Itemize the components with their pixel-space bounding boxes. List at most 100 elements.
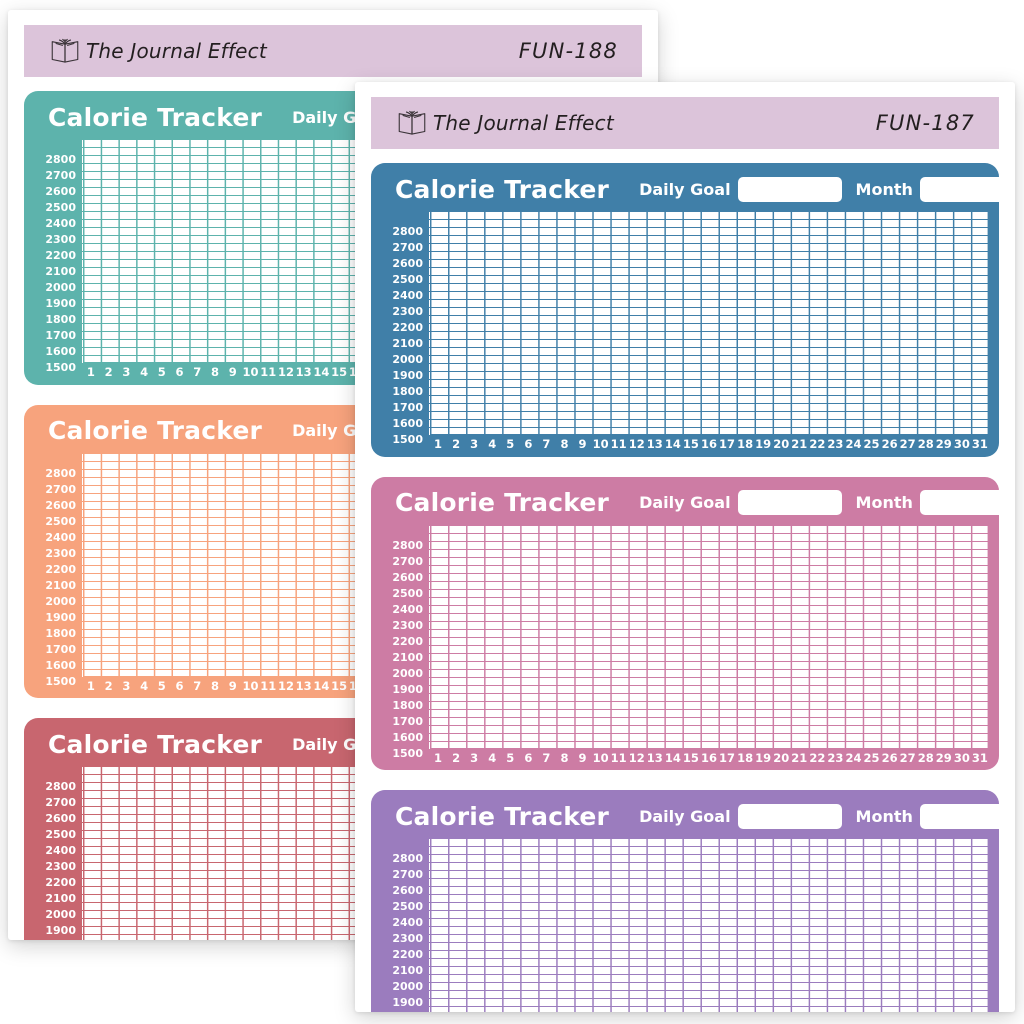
x-axis-tick: 27 [899, 750, 916, 765]
y-axis-tick: 1800 [392, 698, 423, 712]
x-axis-tick: 8 [211, 678, 220, 693]
daily-goal-input[interactable] [737, 490, 842, 515]
y-axis-tick: 1800 [392, 385, 423, 398]
y-axis-tick: 2200 [45, 249, 76, 262]
y-axis-tick: 2200 [392, 321, 423, 334]
y-axis-tick: 2200 [392, 634, 423, 648]
y-axis-tick: 2700 [392, 241, 423, 254]
y-axis-tick: 2400 [45, 217, 76, 230]
tracker-card-list-187: Calorie Tracker Daily Goal Month 2800 270… [355, 149, 1015, 1012]
x-axis-tick: 2 [452, 750, 461, 765]
x-axis-tick: 25 [863, 437, 880, 451]
x-axis-tick: 24 [845, 437, 862, 451]
brand-lockup: The Journal Effect [395, 108, 614, 138]
y-axis: 2800 2700 2600 2500 2400 2300 2200 2100 2000 1900… [381, 211, 429, 453]
daily-goal-input[interactable] [737, 176, 842, 202]
x-axis-tick: 12 [277, 678, 294, 693]
grid-wrap: 1234567891011121314151617181920212223242… [429, 838, 989, 1012]
x-axis-tick: 29 [935, 750, 952, 765]
y-axis-tick: 2800 [392, 225, 423, 238]
x-axis: 1234567891011121314151617181920212223242… [429, 435, 989, 453]
x-axis-tick: 22 [809, 437, 826, 451]
y-axis-tick: 2500 [45, 828, 76, 841]
x-axis-tick: 7 [542, 437, 551, 451]
y-axis-tick: 2000 [45, 281, 76, 294]
x-axis-tick: 23 [827, 437, 844, 451]
y-axis-tick: 2200 [392, 948, 423, 961]
poster-canvas: The Journal Effect FUN-188 Calorie Track… [0, 0, 1024, 1024]
x-axis-tick: 7 [193, 365, 202, 379]
x-axis-tick: 2 [104, 678, 113, 693]
y-axis-tick: 1600 [45, 345, 76, 358]
x-axis-tick: 3 [122, 365, 131, 379]
x-axis-tick: 30 [953, 750, 970, 765]
card-title: Calorie Tracker [48, 102, 263, 132]
y-axis-tick: 2800 [392, 852, 423, 865]
x-axis-tick: 6 [175, 365, 184, 379]
x-axis-tick: 16 [700, 437, 717, 451]
x-axis-tick: 24 [845, 750, 862, 765]
month-label: Month [855, 806, 913, 826]
x-axis-tick: 5 [157, 678, 166, 693]
brand-name: The Journal Effect [86, 39, 267, 63]
month-input[interactable] [919, 803, 1015, 829]
x-axis-tick: 6 [175, 678, 184, 693]
y-axis-tick: 2600 [45, 812, 76, 825]
y-axis-tick: 2000 [392, 666, 423, 680]
y-axis-tick: 1700 [45, 329, 76, 342]
y-axis-tick: 2800 [392, 538, 423, 552]
y-axis-tick: 2300 [45, 233, 76, 246]
y-axis-tick: 2100 [392, 337, 423, 350]
tracker-card-pink: Calorie Tracker Daily Goal Month 2800 270… [371, 476, 1015, 770]
x-axis-tick: 10 [592, 437, 609, 451]
y-axis: 2800 2700 2600 2500 2400 2300 2200 2100 2000 1900… [381, 525, 429, 767]
month-label: Month [855, 179, 913, 199]
card-title: Calorie Tracker [395, 174, 610, 204]
x-axis-tick: 1 [434, 750, 443, 765]
chart-area: 2800 2700 2600 2500 2400 2300 2200 2100 2000 1900… [381, 211, 989, 453]
chart-area: 2800 2700 2600 2500 2400 2300 2200 2100 2000 1900… [381, 524, 989, 767]
calorie-grid[interactable] [429, 838, 989, 1012]
y-axis-tick: 2800 [45, 466, 76, 480]
y-axis-tick: 2300 [45, 860, 76, 873]
y-axis-tick: 1800 [45, 626, 76, 640]
y-axis-tick: 2400 [392, 602, 423, 616]
month-group: Month [855, 176, 1015, 202]
x-axis-tick: 9 [228, 678, 237, 693]
y-axis-tick: 1600 [392, 417, 423, 430]
x-axis-tick: 15 [682, 750, 699, 765]
daily-goal-group: Daily Goal [639, 490, 842, 515]
card-header: Calorie Tracker Daily Goal Month [381, 172, 1015, 206]
x-axis-tick: 6 [524, 750, 533, 765]
month-label: Month [855, 493, 913, 512]
daily-goal-input[interactable] [737, 803, 842, 829]
x-axis-tick: 1 [434, 437, 443, 451]
x-axis-tick: 23 [827, 750, 844, 765]
y-axis-tick: 2200 [45, 562, 76, 576]
y-axis-tick: 2100 [392, 964, 423, 977]
daily-goal-group: Daily Goal [639, 803, 842, 829]
tracker-card-blue: Calorie Tracker Daily Goal Month 2800 270… [371, 163, 1015, 457]
x-axis-tick: 4 [140, 365, 149, 379]
y-axis-tick: 2400 [45, 530, 76, 544]
y-axis-tick: 2500 [45, 514, 76, 528]
month-group: Month [855, 803, 1015, 829]
calorie-grid[interactable] [429, 211, 989, 435]
x-axis-tick: 11 [260, 678, 277, 693]
x-axis-tick: 8 [560, 437, 569, 451]
x-axis: 1234567891011121314151617181920212223242… [429, 749, 989, 767]
x-axis-tick: 3 [470, 437, 479, 451]
y-axis-tick: 2400 [45, 844, 76, 857]
x-axis-tick: 15 [331, 678, 348, 693]
x-axis-tick: 15 [682, 437, 699, 451]
month-input[interactable] [919, 490, 1015, 515]
x-axis-tick: 14 [313, 365, 330, 379]
daily-goal-label: Daily Goal [639, 493, 731, 512]
month-input[interactable] [919, 176, 1015, 202]
x-axis-tick: 9 [578, 750, 587, 765]
y-axis-tick: 2100 [45, 578, 76, 592]
calorie-grid[interactable] [429, 524, 989, 749]
x-axis-tick: 4 [488, 437, 497, 451]
y-axis-tick: 2500 [392, 273, 423, 286]
x-axis-tick: 11 [610, 437, 627, 451]
